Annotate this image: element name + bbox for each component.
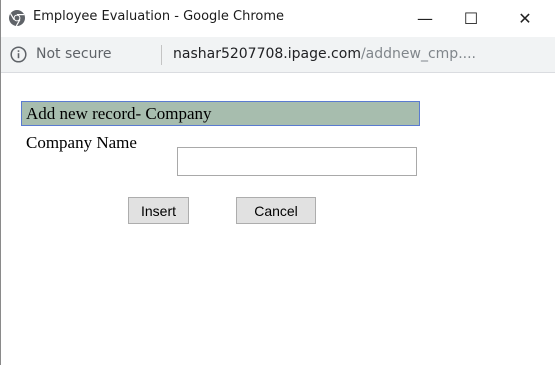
chrome-icon: [9, 10, 25, 27]
url-path: /addnew_cmp....: [360, 46, 476, 62]
url-text[interactable]: nashar5207708.ipage.com/addnew_cmp....: [173, 46, 551, 62]
form-header: Add new record- Company: [21, 101, 420, 126]
browser-window: Employee Evaluation - Google Chrome — ☐ …: [0, 0, 555, 365]
page-content: Add new record- Company Company Name Ins…: [1, 73, 555, 365]
close-button[interactable]: ✕: [494, 0, 555, 37]
title-bar[interactable]: Employee Evaluation - Google Chrome — ☐ …: [1, 0, 555, 37]
address-divider: [161, 45, 162, 65]
window-title: Employee Evaluation - Google Chrome: [33, 9, 285, 24]
company-name-label: Company Name: [26, 133, 137, 152]
cancel-button[interactable]: Cancel: [236, 197, 316, 224]
info-icon[interactable]: [10, 46, 27, 63]
close-icon: ✕: [518, 9, 532, 28]
maximize-button[interactable]: ☐: [448, 0, 494, 37]
address-bar[interactable]: Not secure nashar5207708.ipage.com/addne…: [1, 37, 555, 73]
maximize-icon: ☐: [463, 9, 479, 28]
url-host: nashar5207708.ipage.com: [173, 46, 361, 62]
insert-button[interactable]: Insert: [128, 197, 189, 224]
minimize-icon: —: [417, 9, 433, 28]
minimize-button[interactable]: —: [402, 0, 448, 37]
security-status[interactable]: Not secure: [36, 46, 112, 62]
company-name-input[interactable]: [177, 147, 417, 176]
